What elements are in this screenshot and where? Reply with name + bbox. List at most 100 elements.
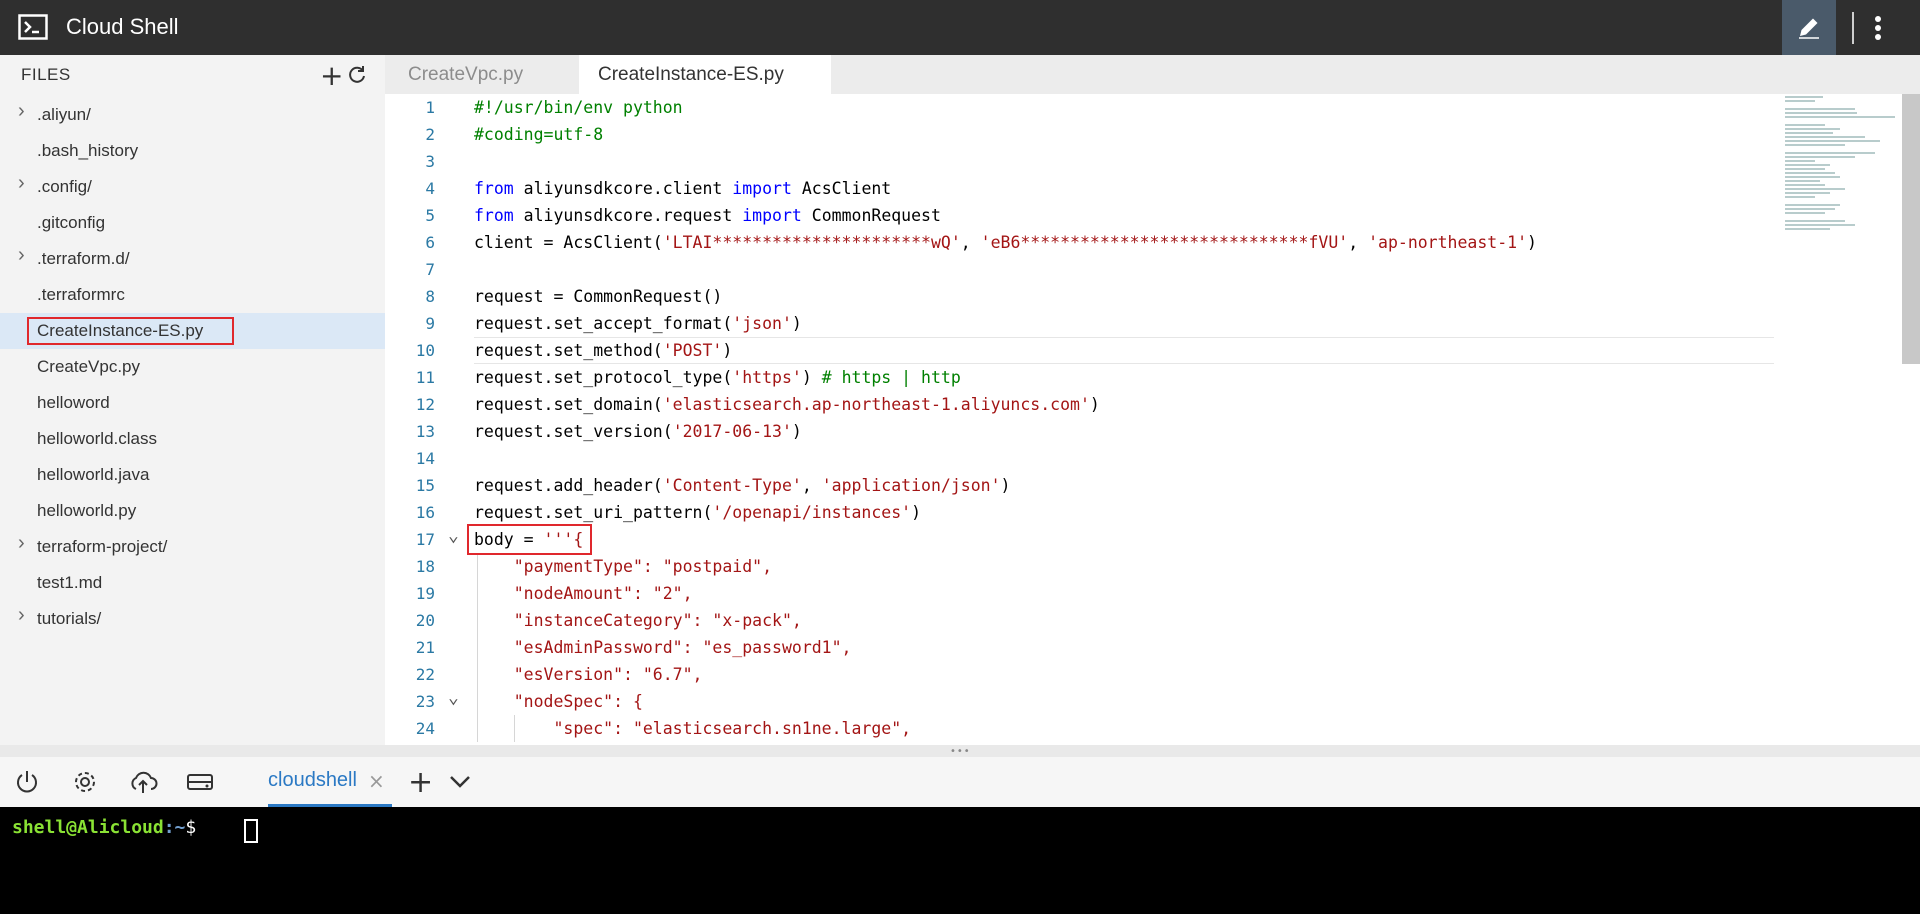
edit-button[interactable] <box>1782 0 1836 55</box>
line-number: 22 <box>415 665 435 684</box>
chevron-down-icon[interactable] <box>448 772 472 792</box>
line-number: 20 <box>415 611 435 630</box>
code-text: "esVersion": "6.7", <box>474 661 703 688</box>
minimap-line <box>1785 96 1823 98</box>
current-line-highlight <box>474 337 1774 364</box>
file-tree-item-label: .terraformrc <box>37 285 125 304</box>
code-token: "esVersion": "6.7", <box>474 665 703 684</box>
fold-chevron-icon[interactable]: ⌄ <box>448 684 459 711</box>
refresh-icon[interactable] <box>347 65 367 85</box>
file-tree-item[interactable]: › terraform-project/ <box>0 529 385 565</box>
file-tree-item[interactable]: test1.md <box>0 565 385 601</box>
code-line: 2 #coding=utf-8 <box>385 121 1775 148</box>
line-number: 5 <box>425 206 435 225</box>
minimap-line <box>1785 124 1825 126</box>
chevron-right-icon[interactable]: › <box>18 532 25 555</box>
code-editor[interactable]: 1 #!/usr/bin/env python 2 #coding=utf-8 3 4 fr… <box>385 94 1920 745</box>
gear-icon[interactable] <box>72 769 98 795</box>
code-token: 'https' <box>732 368 802 387</box>
code-token: request.set_accept_format( <box>474 314 733 333</box>
new-file-icon[interactable]: + <box>320 62 343 90</box>
code-token: "instanceCategory": "x-pack", <box>474 611 802 630</box>
code-text: "nodeSpec": { <box>474 688 643 715</box>
code-token: , <box>960 233 981 252</box>
file-tree-item[interactable]: .terraformrc <box>0 277 385 313</box>
code-text: "instanceCategory": "x-pack", <box>474 607 802 634</box>
minimap-line <box>1785 208 1835 210</box>
tab-label: CreateVpc.py <box>408 64 524 85</box>
chevron-right-icon[interactable]: › <box>18 604 25 627</box>
minimap-line <box>1785 228 1830 230</box>
file-tree-item[interactable]: › tutorials/ <box>0 601 385 637</box>
minimap-line <box>1785 108 1855 110</box>
terminal-tab-cloudshell[interactable]: cloudshell × <box>268 757 392 807</box>
file-tree-item[interactable]: helloworld.java <box>0 457 385 493</box>
file-tree-item[interactable]: CreateInstance-ES.py <box>0 313 385 349</box>
close-icon[interactable]: × <box>368 769 385 793</box>
code-token: import <box>732 179 792 198</box>
code-token: ) <box>791 314 802 333</box>
code-line: 7 <box>385 256 1775 283</box>
line-number: 21 <box>415 638 435 657</box>
chevron-right-icon[interactable]: › <box>18 244 25 267</box>
indent-guide <box>514 715 515 742</box>
tab-createinstance-es[interactable]: CreateInstance-ES.py <box>579 55 831 94</box>
storage-icon[interactable] <box>186 769 214 795</box>
code-token: "nodeSpec": { <box>474 692 643 711</box>
minimap[interactable] <box>1785 94 1900 294</box>
minimap-line <box>1785 172 1835 174</box>
file-tree-item-label: helloworld.java <box>37 465 150 484</box>
chevron-right-icon[interactable]: › <box>18 100 25 123</box>
code-token: #!/usr/bin/env python <box>474 98 683 117</box>
drag-handle-icon: ••• <box>950 746 971 757</box>
file-tree-item[interactable]: CreateVpc.py <box>0 349 385 385</box>
code-token: ) <box>1089 395 1100 414</box>
code-line: 21 "esAdminPassword": "es_password1", <box>385 634 1775 661</box>
file-tree-item[interactable]: helloword <box>0 385 385 421</box>
code-line: 19 "nodeAmount": "2", <box>385 580 1775 607</box>
editor-scrollbar[interactable] <box>1902 94 1920 364</box>
power-icon[interactable] <box>14 769 40 795</box>
tab-createvpc[interactable]: CreateVpc.py <box>385 55 579 94</box>
code-text: #!/usr/bin/env python <box>474 94 683 121</box>
terminal-output[interactable]: shell@Alicloud:~$ <box>0 807 1920 914</box>
chevron-right-icon[interactable]: › <box>18 172 25 195</box>
new-terminal-icon[interactable]: + <box>408 765 433 800</box>
code-text: request = CommonRequest() <box>474 283 722 310</box>
file-tree-item-label: helloword <box>37 393 110 412</box>
code-line: 18 "paymentType": "postpaid", <box>385 553 1775 580</box>
file-tree-item[interactable]: helloworld.py <box>0 493 385 529</box>
fold-chevron-icon[interactable]: ⌄ <box>448 522 459 549</box>
file-tree-item[interactable]: › .aliyun/ <box>0 97 385 133</box>
code-text: client = AcsClient('LTAI****************… <box>474 229 1537 256</box>
code-token: aliyunsdkcore.client <box>513 179 733 198</box>
code-text: request.set_uri_pattern('/openapi/instan… <box>474 499 921 526</box>
file-tree-item-label: .terraform.d/ <box>37 249 130 268</box>
code-line: 15 request.add_header('Content-Type', 'ap… <box>385 472 1775 499</box>
code-token: request.set_domain( <box>474 395 663 414</box>
terminal-logo-icon <box>18 14 48 40</box>
file-tree-item[interactable]: › .terraform.d/ <box>0 241 385 277</box>
line-number: 16 <box>415 503 435 522</box>
file-tree-item-label: CreateVpc.py <box>37 357 140 376</box>
code-line: 23 ⌄ "nodeSpec": { <box>385 687 1775 715</box>
code-line: 24 "spec": "elasticsearch.sn1ne.large", <box>385 715 1775 742</box>
minimap-line <box>1785 144 1845 146</box>
minimap-line <box>1785 212 1825 214</box>
code-token: CommonRequest <box>801 206 941 225</box>
file-tree-item[interactable]: › .config/ <box>0 169 385 205</box>
file-tree-item[interactable]: .gitconfig <box>0 205 385 241</box>
shell-prompt: shell@Alicloud:~$ <box>12 817 196 838</box>
cloud-upload-icon[interactable] <box>128 769 158 795</box>
code-token: "spec": "elasticsearch.sn1ne.large", <box>474 719 912 738</box>
more-options-button[interactable] <box>1866 8 1890 48</box>
toolbar-separator <box>1852 12 1854 44</box>
line-number: 10 <box>415 341 435 360</box>
file-tree-item[interactable]: helloworld.class <box>0 421 385 457</box>
code-line: 17 ⌄ body = '''{ <box>385 525 1775 553</box>
file-tree-item-label: .config/ <box>37 177 92 196</box>
panel-splitter[interactable]: ••• <box>0 745 1920 757</box>
file-tree-item[interactable]: .bash_history <box>0 133 385 169</box>
code-text: "nodeAmount": "2", <box>474 580 693 607</box>
app-title: Cloud Shell <box>66 14 179 39</box>
